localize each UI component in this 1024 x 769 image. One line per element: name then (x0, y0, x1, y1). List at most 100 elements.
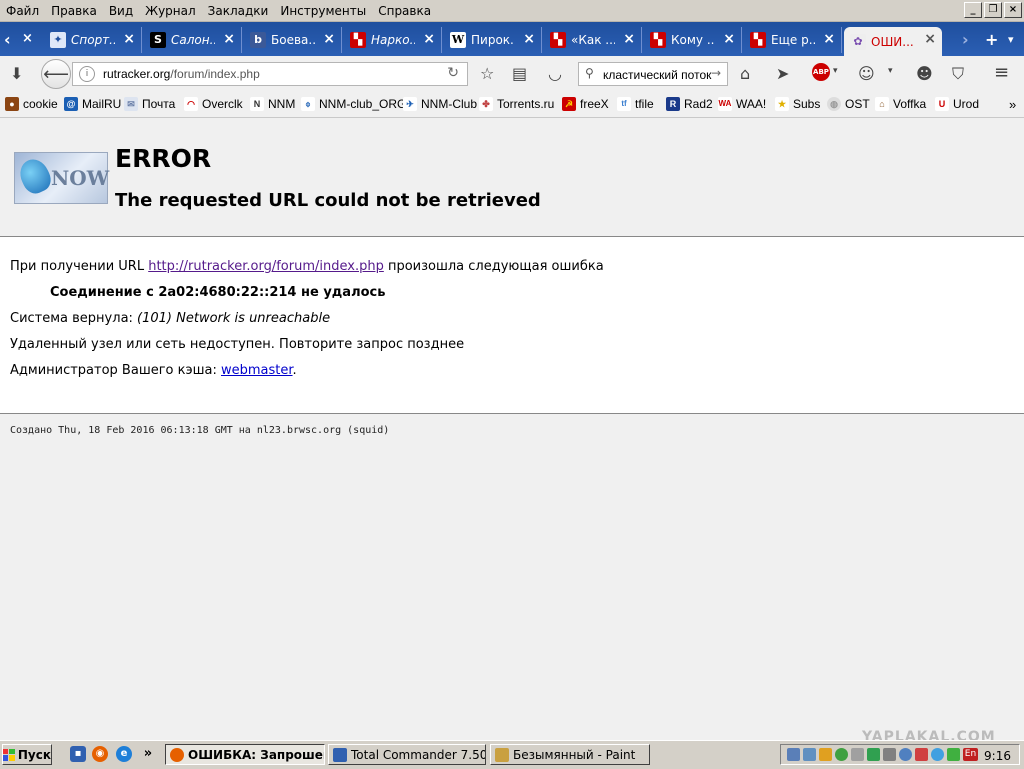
reload-icon[interactable]: ↻ (447, 65, 459, 81)
internet-explorer-icon[interactable]: e (116, 746, 132, 762)
bookmark-ost[interactable]: ◍ OST (827, 97, 870, 111)
tab-favicon-icon: b (250, 32, 266, 48)
pocket-icon[interactable]: ◡ (548, 64, 562, 83)
home-icon[interactable]: ⌂ (740, 64, 750, 83)
send-icon[interactable]: ➤ (776, 64, 789, 83)
host-unreachable-line: Удаленный узел или сеть недоступен. Повт… (10, 337, 465, 352)
menu-tools[interactable]: Инструменты (274, 4, 372, 18)
tray-app-icon[interactable] (899, 748, 912, 761)
system-error-line: Система вернула: (101) Network is unreac… (10, 311, 330, 326)
tab-salon[interactable]: S Салон... × (144, 27, 242, 53)
squid-favicon-icon: ✿ (850, 33, 866, 50)
close-tab-icon[interactable]: × (223, 31, 235, 47)
search-go-icon[interactable]: → (711, 66, 721, 80)
download-icon[interactable]: ⬇ (10, 64, 23, 83)
close-tab-icon[interactable]: × (924, 31, 936, 47)
bookmark-cookie[interactable]: ● cookie (5, 97, 58, 111)
menu-help[interactable]: Справка (372, 4, 437, 18)
start-button[interactable]: Пуск (2, 744, 52, 765)
close-tab-icon[interactable]: × (523, 31, 535, 47)
error-url-link[interactable]: http://rutracker.org/forum/index.php (148, 259, 384, 274)
tab-kak[interactable]: ▚ «Как ... × (544, 27, 642, 53)
tab-eshe[interactable]: ▚ Еще р... × (744, 27, 842, 53)
close-tab-icon[interactable]: × (22, 31, 33, 46)
close-tab-icon[interactable]: × (323, 31, 335, 47)
utorrent-icon[interactable] (835, 748, 848, 761)
chat-icon[interactable]: ☻ (916, 64, 933, 83)
bookmark-nnm-club[interactable]: ✈ NNM-Club (403, 97, 477, 111)
task-total-commander[interactable]: Total Commander 7.50a ... (328, 744, 486, 765)
close-tab-icon[interactable]: × (623, 31, 635, 47)
task-firefox-error[interactable]: ОШИБКА: Запрошенн... (165, 744, 325, 765)
bookmark-waa[interactable]: WA WAA! (718, 97, 766, 111)
bookmark-overclk[interactable]: ◠ Overclk (184, 97, 243, 111)
bookmark-rad2[interactable]: R Rad2 (666, 97, 713, 111)
monkey-icon[interactable]: ☺ (858, 64, 875, 83)
extension-menu-icon[interactable]: ▾ (888, 66, 893, 76)
bookmark-pochta[interactable]: ✉ Почта (124, 97, 175, 111)
url-bar[interactable]: i rutracker.org/forum/index.php ↻ (72, 62, 468, 86)
usb-icon[interactable] (851, 748, 864, 761)
site-info-icon[interactable]: i (79, 66, 95, 82)
bookmark-torrents[interactable]: ✤ Torrents.ru (479, 97, 554, 111)
hamburger-menu-icon[interactable]: ≡ (994, 62, 1009, 83)
tab-boeva[interactable]: b Боева... × (244, 27, 342, 53)
quicklaunch-overflow-icon[interactable]: » (140, 746, 156, 762)
bookmark-freex[interactable]: ☭ freeX (562, 97, 609, 111)
network-icon[interactable] (787, 748, 800, 761)
save-icon[interactable]: ▪ (70, 746, 86, 762)
tray-app-icon[interactable] (883, 748, 896, 761)
display-icon[interactable] (803, 748, 816, 761)
search-input[interactable]: кластический поток (603, 68, 711, 82)
search-bar[interactable]: ⚲ кластический поток → (578, 62, 728, 86)
bookmark-nnm-club-org[interactable]: ⌽ NNM-club_ORG (301, 97, 406, 111)
bookmark-subs[interactable]: ★ Subs (775, 97, 820, 111)
scroll-tabs-left-icon[interactable]: ‹ (4, 30, 11, 49)
menu-bookmarks[interactable]: Закладки (202, 4, 275, 18)
url-text[interactable]: rutracker.org/forum/index.php (103, 67, 260, 81)
firefox-icon[interactable]: ◉ (92, 746, 108, 762)
back-button[interactable]: ⟵ (41, 59, 71, 89)
menu-history[interactable]: Журнал (139, 4, 202, 18)
adblock-menu-icon[interactable]: ▾ (833, 66, 838, 76)
bookmarks-toolbar: ● cookie @ MailRU ✉ Почта ◠ Overclk N NNM ⌽ NN… (0, 93, 1024, 118)
tab-sport[interactable]: ✦ Спорт... × (44, 27, 142, 53)
close-tab-icon[interactable]: × (123, 31, 135, 47)
scroll-tabs-right-icon[interactable]: › (962, 30, 969, 49)
volume-icon[interactable] (819, 748, 832, 761)
shield-icon[interactable]: ⛉ (952, 64, 964, 84)
minimize-button[interactable]: _ (964, 2, 982, 18)
task-paint[interactable]: Безымянный - Paint (490, 744, 650, 765)
menu-view[interactable]: Вид (103, 4, 139, 18)
bookmark-voffka[interactable]: ⌂ Voffka (875, 97, 926, 111)
close-tab-icon[interactable]: × (423, 31, 435, 47)
antivirus-icon[interactable] (867, 748, 880, 761)
tray-app-icon[interactable] (931, 748, 944, 761)
tab-error-active[interactable]: ✿ ОШИ... × (844, 27, 942, 56)
tab-komu[interactable]: ▚ Кому ... × (644, 27, 742, 53)
webmaster-link[interactable]: webmaster (221, 363, 293, 378)
bookmark-urod[interactable]: U Urod (935, 97, 979, 111)
error-url-prefix: При получении URL (10, 259, 149, 274)
bookmark-nnm[interactable]: N NNM (250, 97, 295, 111)
bookmark-mailru[interactable]: @ MailRU (64, 97, 121, 111)
adobe-icon[interactable] (915, 748, 928, 761)
bookmarks-overflow-icon[interactable]: » (1009, 97, 1016, 112)
tab-narko[interactable]: ▚ Нарко... × (344, 27, 442, 53)
new-tab-icon[interactable]: + (985, 30, 998, 49)
menu-file[interactable]: Файл (0, 4, 45, 18)
list-tabs-icon[interactable]: ▾ (1008, 33, 1014, 46)
close-tab-icon[interactable]: × (823, 31, 835, 47)
bookmark-tfile[interactable]: tf tfile (617, 97, 654, 111)
language-indicator[interactable]: En (963, 748, 978, 761)
mail-envelope-icon: ✉ (124, 97, 138, 111)
tab-pirok[interactable]: W Пирок... × (444, 27, 542, 53)
adblock-icon[interactable]: ABP (812, 63, 830, 81)
tray-app-icon[interactable] (947, 748, 960, 761)
bookmark-star-icon[interactable]: ☆ (480, 64, 494, 83)
reading-list-icon[interactable]: ▤ (512, 64, 527, 83)
close-tab-icon[interactable]: × (723, 31, 735, 47)
restore-button[interactable]: ❐ (984, 2, 1002, 18)
menu-edit[interactable]: Правка (45, 4, 103, 18)
close-window-button[interactable]: × (1004, 2, 1022, 18)
